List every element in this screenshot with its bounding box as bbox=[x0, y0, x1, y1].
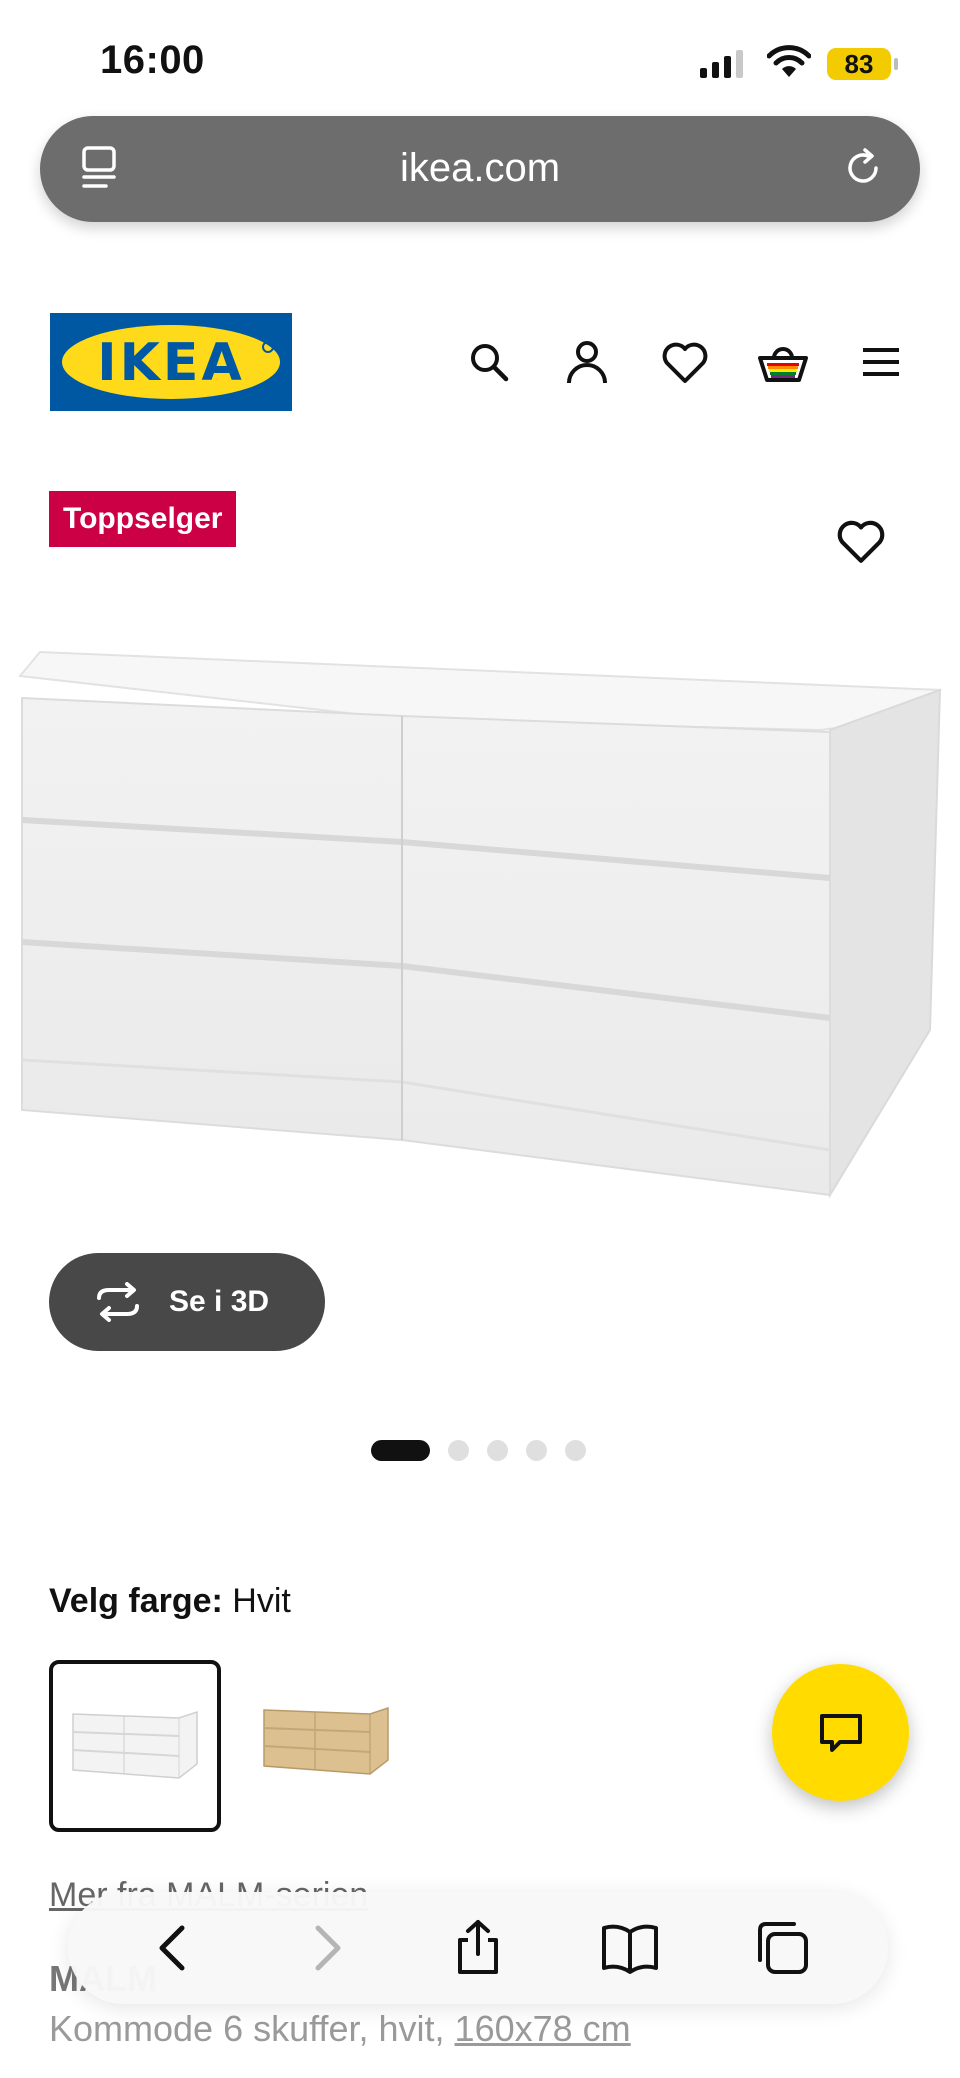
tabs-button[interactable] bbox=[742, 1908, 822, 1988]
status-bar: 16:00 83 bbox=[0, 0, 960, 110]
view-3d-label: Se i 3D bbox=[169, 1285, 270, 1318]
gallery-pagination bbox=[371, 1440, 586, 1461]
gallery-dot[interactable] bbox=[371, 1440, 430, 1461]
chat-icon bbox=[819, 1713, 862, 1752]
signal-icon bbox=[700, 48, 743, 78]
product-image[interactable] bbox=[0, 620, 960, 1220]
url-text: ikea.com bbox=[399, 146, 561, 190]
logo-text: IKEA bbox=[97, 333, 245, 393]
chat-button[interactable] bbox=[772, 1664, 909, 1801]
browser-toolbar bbox=[68, 1892, 888, 2004]
status-time: 16:00 bbox=[100, 38, 205, 82]
dimensions-link[interactable]: 160x78 cm bbox=[455, 2008, 631, 2049]
account-icon[interactable] bbox=[538, 333, 636, 391]
view-3d-button[interactable]: Se i 3D bbox=[49, 1253, 325, 1351]
color-label: Velg farge: bbox=[49, 1582, 223, 1620]
share-button[interactable] bbox=[438, 1908, 518, 1988]
forward-button[interactable] bbox=[286, 1908, 366, 1988]
gallery-dot[interactable] bbox=[487, 1440, 508, 1461]
chevron-left-icon bbox=[159, 1925, 185, 1971]
add-to-favorites-icon[interactable] bbox=[836, 516, 886, 566]
address-bar[interactable]: ikea.com bbox=[40, 116, 920, 222]
header-nav bbox=[440, 333, 930, 391]
menu-icon[interactable] bbox=[832, 333, 930, 391]
chevron-right-icon bbox=[315, 1925, 341, 1971]
product-description: Kommode 6 skuffer, hvit, 160x78 cm bbox=[49, 2008, 631, 2050]
color-value: Hvit bbox=[232, 1582, 291, 1620]
share-icon bbox=[458, 1920, 498, 1974]
basket-icon[interactable] bbox=[734, 333, 832, 391]
swatch-white[interactable] bbox=[49, 1660, 221, 1832]
favorites-icon[interactable] bbox=[636, 333, 734, 391]
rotate-3d-icon bbox=[97, 1282, 139, 1322]
gallery-dot[interactable] bbox=[448, 1440, 469, 1461]
reload-icon[interactable] bbox=[842, 146, 886, 190]
tabs-icon bbox=[758, 1922, 808, 1974]
bestseller-badge: Toppselger bbox=[49, 491, 237, 547]
description-text: Kommode 6 skuffer, hvit, bbox=[49, 2008, 445, 2049]
book-icon bbox=[602, 1924, 658, 1974]
ikea-logo[interactable]: IKEA bbox=[50, 313, 292, 411]
gallery-dot[interactable] bbox=[526, 1440, 547, 1461]
battery-indicator: 83 bbox=[827, 48, 898, 80]
search-icon[interactable] bbox=[440, 333, 538, 391]
gallery-dot[interactable] bbox=[565, 1440, 586, 1461]
wifi-icon bbox=[767, 45, 811, 77]
swatch-oak[interactable] bbox=[244, 1660, 416, 1832]
bookmarks-button[interactable] bbox=[590, 1908, 670, 1988]
back-button[interactable] bbox=[134, 1908, 214, 1988]
color-selector-label: Velg farge: Hvit bbox=[49, 1582, 291, 1621]
